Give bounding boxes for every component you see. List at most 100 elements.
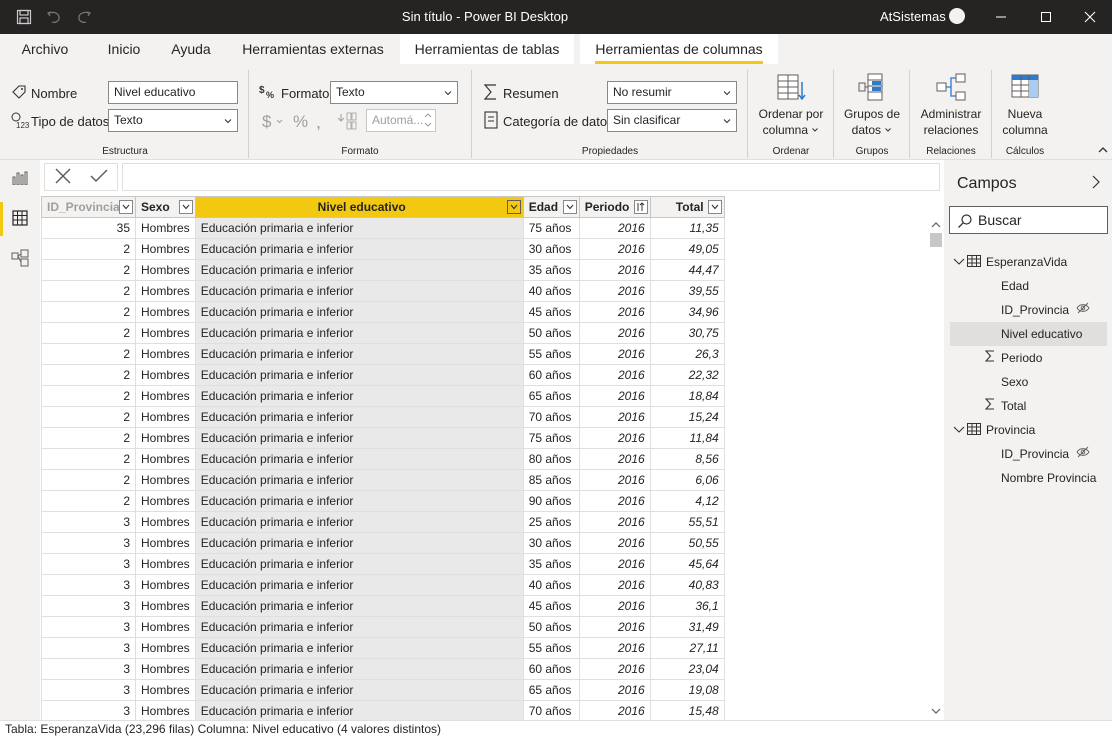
sort-ascending-icon[interactable] bbox=[633, 200, 648, 214]
table-cell[interactable]: Educación primaria e inferior bbox=[194, 490, 524, 512]
table-cell[interactable]: 55,51 bbox=[649, 511, 725, 533]
table-cell[interactable]: 50 años bbox=[522, 322, 580, 344]
ordenar-por-columna-button[interactable]: Ordenar por columna bbox=[752, 72, 830, 138]
administrar-relaciones-button[interactable]: Administrar relaciones bbox=[912, 72, 990, 138]
table-cell[interactable]: 36,1 bbox=[649, 595, 725, 617]
column-header-sexo[interactable]: Sexo bbox=[135, 196, 196, 218]
table-cell[interactable]: Hombres bbox=[135, 679, 196, 701]
table-cell[interactable]: 2016 bbox=[578, 553, 651, 575]
table-cell[interactable]: 2 bbox=[41, 427, 136, 449]
table-cell[interactable]: 55 años bbox=[522, 637, 580, 659]
table-cell[interactable]: Educación primaria e inferior bbox=[194, 259, 524, 281]
table-cell[interactable]: 49,05 bbox=[649, 238, 725, 260]
table-cell[interactable]: 2 bbox=[41, 301, 136, 323]
table-cell[interactable]: 3 bbox=[41, 532, 136, 554]
table-cell[interactable]: 2016 bbox=[578, 490, 651, 512]
column-header-nivel-educativo[interactable]: Nivel educativo bbox=[194, 196, 524, 218]
table-cell[interactable]: 2016 bbox=[578, 301, 651, 323]
table-cell[interactable]: 40 años bbox=[522, 280, 580, 302]
field-item-edad[interactable]: Edad bbox=[950, 274, 1107, 298]
table-cell[interactable]: Educación primaria e inferior bbox=[194, 637, 524, 659]
table-cell[interactable]: 2 bbox=[41, 469, 136, 491]
formula-input[interactable] bbox=[122, 163, 940, 191]
table-cell[interactable]: 30 años bbox=[522, 238, 580, 260]
table-cell[interactable]: 19,08 bbox=[649, 679, 725, 701]
collapse-ribbon-icon[interactable] bbox=[1097, 144, 1109, 158]
tipo-datos-select[interactable]: Texto bbox=[108, 109, 238, 132]
table-cell[interactable]: 2016 bbox=[578, 280, 651, 302]
table-cell[interactable]: Educación primaria e inferior bbox=[194, 364, 524, 386]
table-cell[interactable]: Hombres bbox=[135, 553, 196, 575]
table-cell[interactable]: 11,84 bbox=[649, 427, 725, 449]
column-header-periodo[interactable]: Periodo bbox=[578, 196, 651, 218]
table-cell[interactable]: 23,04 bbox=[649, 658, 725, 680]
table-cell[interactable]: Hombres bbox=[135, 616, 196, 638]
table-cell[interactable]: Educación primaria e inferior bbox=[194, 343, 524, 365]
table-cell[interactable]: 18,84 bbox=[649, 385, 725, 407]
table-cell[interactable]: Educación primaria e inferior bbox=[194, 217, 524, 239]
field-table-esperanzavida[interactable]: EsperanzaVida bbox=[950, 250, 1107, 274]
table-cell[interactable]: 6,06 bbox=[649, 469, 725, 491]
table-cell[interactable]: 60 años bbox=[522, 364, 580, 386]
data-view-button[interactable] bbox=[0, 200, 40, 238]
table-cell[interactable]: 75 años bbox=[522, 217, 580, 239]
table-cell[interactable]: Educación primaria e inferior bbox=[194, 532, 524, 554]
table-cell[interactable]: 2016 bbox=[578, 238, 651, 260]
table-cell[interactable]: 35 años bbox=[522, 553, 580, 575]
table-cell[interactable]: 65 años bbox=[522, 679, 580, 701]
table-cell[interactable]: Hombres bbox=[135, 595, 196, 617]
scroll-up-icon[interactable] bbox=[931, 218, 941, 232]
grupos-de-datos-button[interactable]: Grupos de datos bbox=[838, 72, 906, 138]
decimal-places-stepper[interactable]: Automá... bbox=[366, 109, 436, 132]
scroll-thumb[interactable] bbox=[930, 233, 942, 247]
table-cell[interactable]: 30,75 bbox=[649, 322, 725, 344]
table-cell[interactable]: Hombres bbox=[135, 322, 196, 344]
table-cell[interactable]: 3 bbox=[41, 679, 136, 701]
table-cell[interactable]: Hombres bbox=[135, 469, 196, 491]
field-item-nivel-educativo[interactable]: Nivel educativo bbox=[950, 322, 1107, 346]
table-cell[interactable]: 2016 bbox=[578, 511, 651, 533]
field-item-id-provincia[interactable]: ID_Provincia bbox=[950, 442, 1107, 466]
table-cell[interactable]: 2016 bbox=[578, 385, 651, 407]
filter-dropdown-icon[interactable] bbox=[506, 200, 521, 214]
chevron-down-icon[interactable] bbox=[953, 418, 965, 442]
table-cell[interactable]: 85 años bbox=[522, 469, 580, 491]
categoria-select[interactable]: Sin clasificar bbox=[607, 109, 737, 132]
minimize-icon[interactable] bbox=[988, 6, 1014, 28]
avatar[interactable] bbox=[949, 8, 965, 24]
table-cell[interactable]: 2016 bbox=[578, 532, 651, 554]
table-cell[interactable]: 2016 bbox=[578, 637, 651, 659]
column-header-total[interactable]: Total bbox=[649, 196, 725, 218]
table-cell[interactable]: 2 bbox=[41, 343, 136, 365]
filter-dropdown-icon[interactable] bbox=[178, 200, 193, 214]
table-cell[interactable]: 45 años bbox=[522, 301, 580, 323]
table-cell[interactable]: Educación primaria e inferior bbox=[194, 322, 524, 344]
table-cell[interactable]: 2 bbox=[41, 448, 136, 470]
table-cell[interactable]: 2 bbox=[41, 385, 136, 407]
filter-dropdown-icon[interactable] bbox=[119, 200, 133, 214]
formato-select[interactable]: Texto bbox=[330, 81, 458, 104]
table-cell[interactable]: Educación primaria e inferior bbox=[194, 574, 524, 596]
vertical-scrollbar[interactable] bbox=[928, 215, 944, 717]
table-cell[interactable]: 15,48 bbox=[649, 700, 725, 720]
chevron-down-icon[interactable] bbox=[953, 250, 965, 274]
table-cell[interactable]: Hombres bbox=[135, 448, 196, 470]
table-cell[interactable]: Hombres bbox=[135, 259, 196, 281]
table-cell[interactable]: Hombres bbox=[135, 700, 196, 720]
report-view-button[interactable] bbox=[0, 160, 40, 198]
table-cell[interactable]: 35 bbox=[41, 217, 136, 239]
cancel-icon[interactable] bbox=[54, 167, 72, 188]
table-cell[interactable]: Hombres bbox=[135, 532, 196, 554]
table-cell[interactable]: 31,49 bbox=[649, 616, 725, 638]
table-cell[interactable]: 3 bbox=[41, 595, 136, 617]
table-cell[interactable]: 2 bbox=[41, 259, 136, 281]
table-cell[interactable]: 3 bbox=[41, 511, 136, 533]
table-cell[interactable]: 2016 bbox=[578, 469, 651, 491]
table-cell[interactable]: Educación primaria e inferior bbox=[194, 658, 524, 680]
table-cell[interactable]: 2016 bbox=[578, 595, 651, 617]
field-item-sexo[interactable]: Sexo bbox=[950, 370, 1107, 394]
maximize-icon[interactable] bbox=[1033, 6, 1059, 28]
chevron-right-icon[interactable] bbox=[1091, 175, 1101, 192]
table-cell[interactable]: 11,35 bbox=[649, 217, 725, 239]
close-icon[interactable] bbox=[1077, 6, 1103, 28]
